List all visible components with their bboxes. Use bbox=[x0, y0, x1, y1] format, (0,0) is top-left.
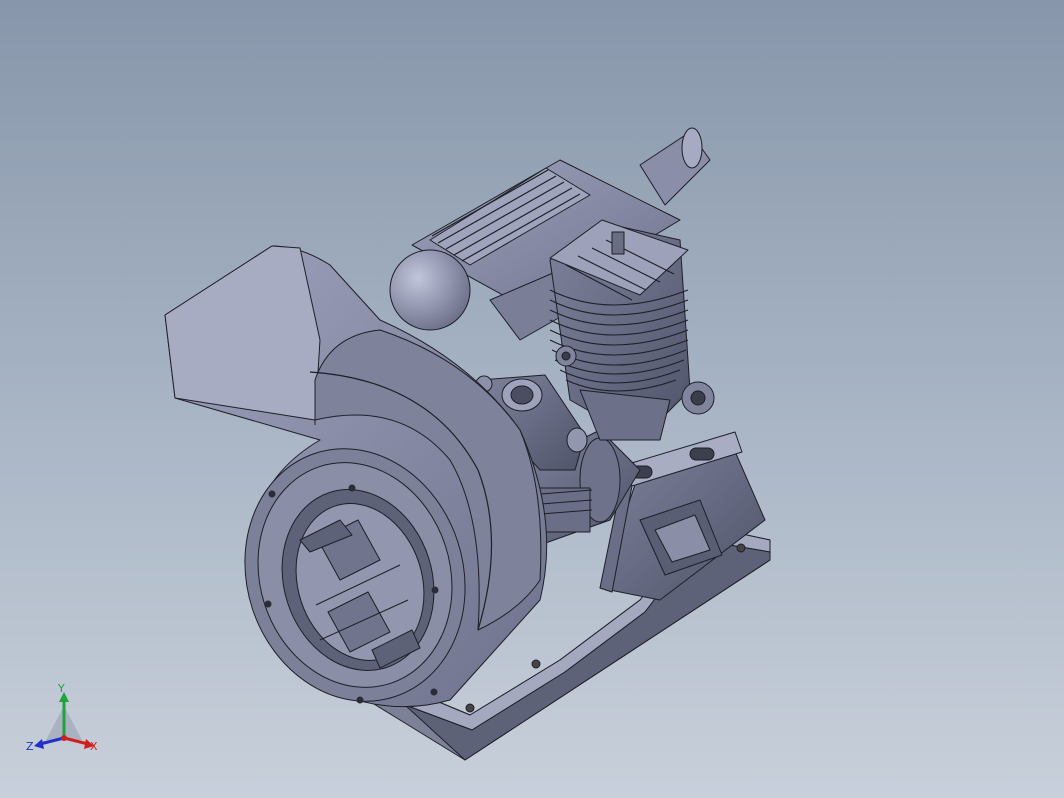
engine-blower-assembly-model[interactable] bbox=[0, 0, 1064, 798]
graphics-viewport[interactable]: Y X Z bbox=[0, 0, 1064, 798]
y-axis-label: Y bbox=[57, 682, 65, 695]
z-axis-label: Z bbox=[26, 740, 34, 753]
x-axis-label: X bbox=[90, 740, 98, 753]
engine-cylinder bbox=[549, 219, 715, 441]
axis-triad: Y X Z bbox=[26, 682, 98, 753]
triad-origin bbox=[61, 735, 67, 741]
z-axis-arrow bbox=[34, 739, 44, 749]
